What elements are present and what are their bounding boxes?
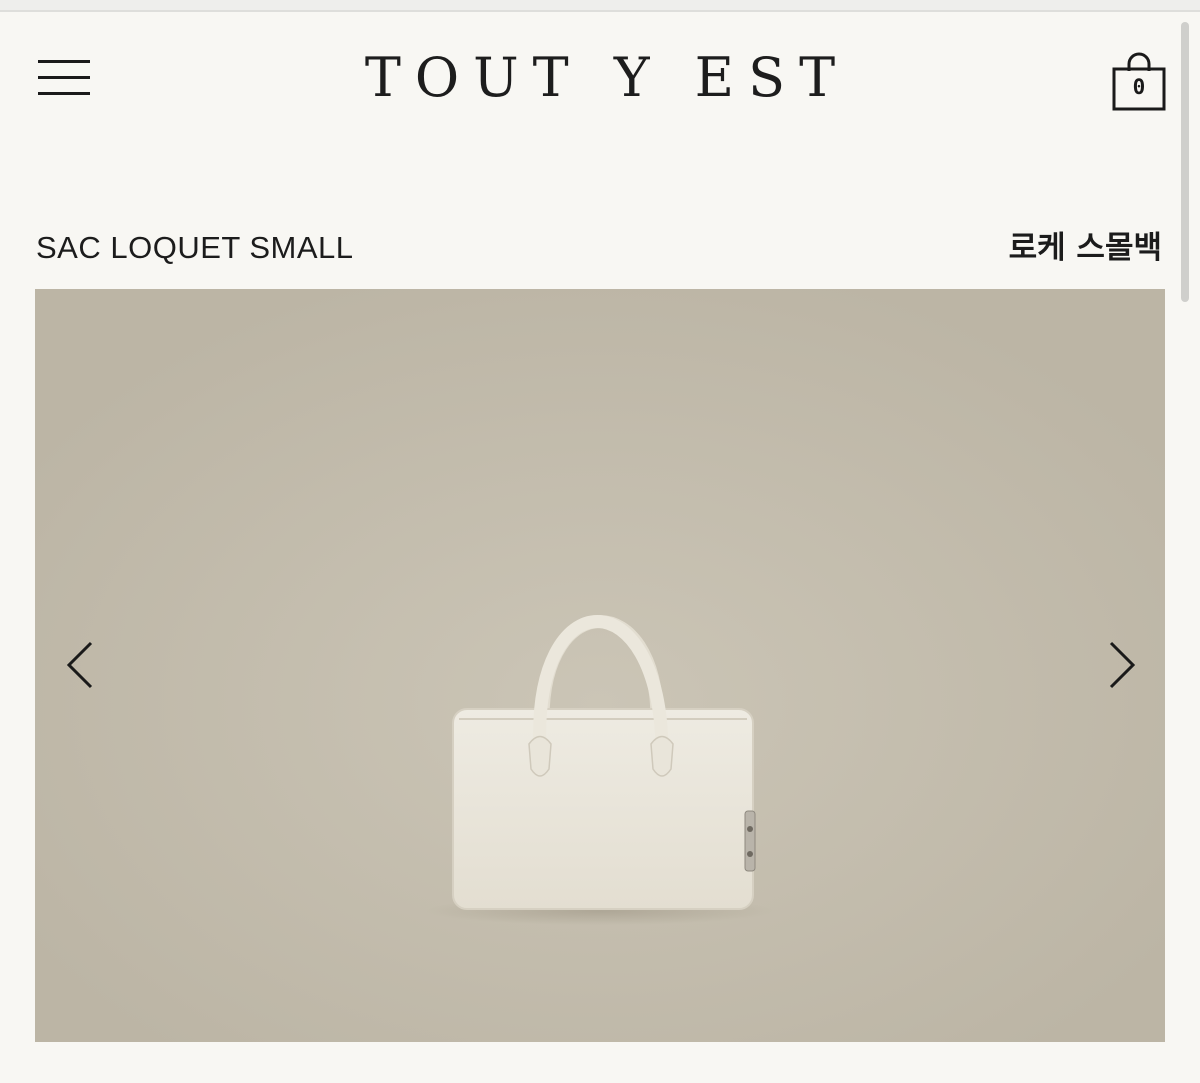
browser-top-edge	[0, 0, 1200, 12]
menu-button[interactable]	[36, 56, 92, 100]
chevron-right-icon	[1109, 641, 1136, 689]
product-image	[35, 289, 1165, 1042]
brand-logo[interactable]: TOUT Y EST	[300, 46, 900, 110]
cart-count-badge: 0	[1132, 75, 1146, 99]
product-title-ko: 로케 스몰백	[1008, 230, 1162, 266]
product-title-en: SAC LOQUET SMALL	[36, 230, 354, 265]
cart-button[interactable]: 0	[1112, 52, 1166, 112]
carousel-next-button[interactable]	[1091, 629, 1147, 701]
carousel-prev-button[interactable]	[55, 629, 111, 701]
product-image-carousel[interactable]	[35, 289, 1165, 1042]
chevron-left-icon	[66, 641, 93, 689]
site-header: TOUT Y EST 0	[0, 12, 1200, 142]
